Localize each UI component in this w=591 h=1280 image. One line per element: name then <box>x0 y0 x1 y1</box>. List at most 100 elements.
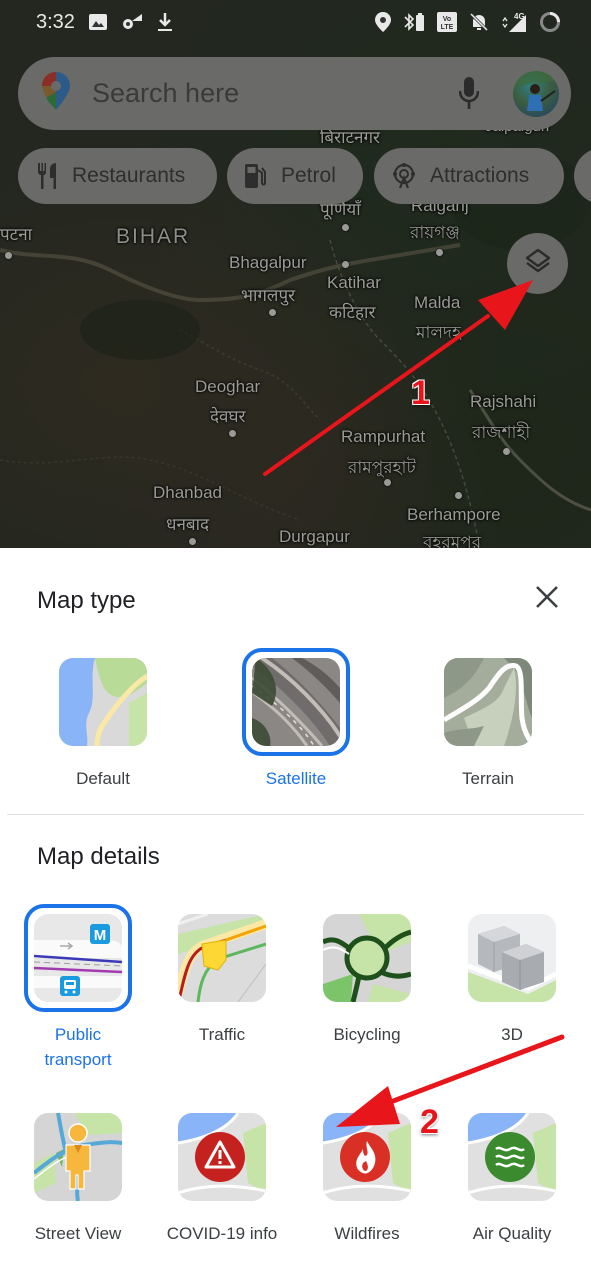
map-label: कटिहार <box>329 303 376 322</box>
default-map-thumbnail <box>59 658 147 746</box>
fork-knife-icon <box>36 163 58 189</box>
city-dot <box>269 309 276 316</box>
fuel-pump-icon <box>245 164 267 188</box>
map-label: Dhanbad <box>153 483 223 502</box>
volte-icon: Vo LTE <box>437 12 457 32</box>
map-detail-label: Public transport <box>44 1025 112 1069</box>
city-dot <box>189 538 196 545</box>
map-label: भागलपुर <box>241 286 296 305</box>
settings-sync-icon <box>121 13 143 31</box>
map-detail-label: Street View <box>34 1224 122 1243</box>
map-label: Durgapur <box>279 527 350 546</box>
close-icon <box>535 585 559 614</box>
map-type-label: Terrain <box>462 769 514 788</box>
location-icon <box>375 12 391 32</box>
map-detail-bicycling[interactable]: Bicycling <box>311 904 423 1047</box>
svg-text:Vo: Vo <box>443 16 451 23</box>
annotation-number-1: 1 <box>411 374 430 412</box>
map-label: BIHAR <box>116 225 191 248</box>
city-dot <box>342 261 349 268</box>
city-dot <box>342 224 349 231</box>
terrain-map-thumbnail <box>444 658 532 746</box>
chip-petrol[interactable]: Petrol <box>227 148 363 204</box>
bell-off-icon <box>469 12 489 32</box>
map-detail-traffic[interactable]: Traffic <box>166 904 278 1047</box>
download-icon <box>157 12 173 32</box>
map-label: মালদহ <box>416 323 461 342</box>
ferris-wheel-icon <box>392 163 416 189</box>
signal-4g-icon: 4G <box>501 11 527 33</box>
chip-label: Restaurants <box>72 164 186 187</box>
map-detail-3d[interactable]: 3D <box>456 904 568 1047</box>
search-bar[interactable]: Search here <box>18 57 571 130</box>
svg-text:LTE: LTE <box>441 24 454 31</box>
wildfires-thumbnail <box>323 1113 411 1201</box>
map-detail-street-view[interactable]: Street View <box>22 1103 134 1246</box>
microphone-icon[interactable] <box>455 76 483 112</box>
city-dot <box>436 249 443 256</box>
map-label: Katihar <box>327 273 381 292</box>
map-detail-label: Traffic <box>198 1025 246 1044</box>
map-label: রামপুরহাট <box>348 458 416 477</box>
map-label: धनबाद <box>166 515 210 534</box>
map-detail-public-transport[interactable]: M Public transport <box>22 904 134 1072</box>
map-type-terrain[interactable]: Terrain <box>432 648 544 791</box>
google-maps-pin-icon <box>42 72 70 115</box>
map-label: Deoghar <box>195 377 261 396</box>
city-dot <box>5 252 12 259</box>
street-view-thumbnail <box>34 1113 122 1201</box>
satellite-map-thumbnail <box>252 658 340 746</box>
section-divider <box>7 814 584 815</box>
map-detail-label: Wildfires <box>334 1224 400 1243</box>
map-label: देवघर <box>210 407 246 426</box>
map-label: Rajshahi <box>470 392 537 411</box>
map-label: Bhagalpur <box>229 253 307 272</box>
public-transport-thumbnail: M <box>34 914 122 1002</box>
map-type-satellite[interactable]: Satellite <box>240 648 352 791</box>
user-avatar[interactable] <box>513 70 559 117</box>
loading-circle-icon <box>539 11 561 33</box>
map-label: রায়গঞ্জ <box>410 223 460 242</box>
annotation-number-2: 2 <box>420 1103 439 1141</box>
bluetooth-battery-icon <box>403 12 425 32</box>
map-type-title: Map type <box>37 587 136 614</box>
map-type-label: Default <box>76 769 130 788</box>
layers-icon <box>524 247 552 280</box>
map-detail-air-quality[interactable]: Air Quality <box>456 1103 568 1246</box>
bicycling-thumbnail <box>323 914 411 1002</box>
map-label: Malda <box>414 293 461 312</box>
map-detail-wildfires[interactable]: Wildfires <box>311 1103 423 1246</box>
chip-attractions[interactable]: Attractions <box>374 148 564 204</box>
city-dot <box>503 448 510 455</box>
3d-thumbnail <box>468 914 556 1002</box>
map-type-default[interactable]: Default <box>47 648 159 791</box>
traffic-thumbnail <box>178 914 266 1002</box>
layers-button[interactable] <box>507 233 568 294</box>
map-label: Berhampore <box>407 505 501 524</box>
gallery-icon <box>88 14 107 30</box>
map-label: বহরমপুর <box>423 533 482 548</box>
map-label: রাজশাহী <box>472 423 531 442</box>
city-dot <box>229 430 236 437</box>
map-type-label: Satellite <box>265 769 327 788</box>
map-detail-label: Air Quality <box>472 1224 552 1243</box>
chip-restaurants[interactable]: Restaurants <box>18 148 217 204</box>
chip-label: Petrol <box>281 164 336 187</box>
map-detail-label: COVID-19 info <box>166 1224 278 1243</box>
covid-info-thumbnail <box>178 1113 266 1201</box>
city-dot <box>455 492 462 499</box>
svg-text:M: M <box>94 927 107 944</box>
air-quality-thumbnail <box>468 1113 556 1201</box>
status-time: 3:32 <box>36 10 75 33</box>
map-label: पटना <box>0 225 33 244</box>
map-detail-label: 3D <box>501 1025 523 1044</box>
map-label: Rampurhat <box>341 427 426 446</box>
status-bar: 3:32 Vo LTE 4G <box>0 0 591 44</box>
close-button[interactable] <box>530 582 564 616</box>
city-dot <box>384 479 391 486</box>
chip-label: Attractions <box>430 164 530 187</box>
map-detail-label: Bicycling <box>333 1025 401 1044</box>
map-details-title: Map details <box>37 843 160 870</box>
map-detail-covid-info[interactable]: COVID-19 info <box>166 1103 278 1246</box>
search-input[interactable]: Search here <box>92 78 455 109</box>
